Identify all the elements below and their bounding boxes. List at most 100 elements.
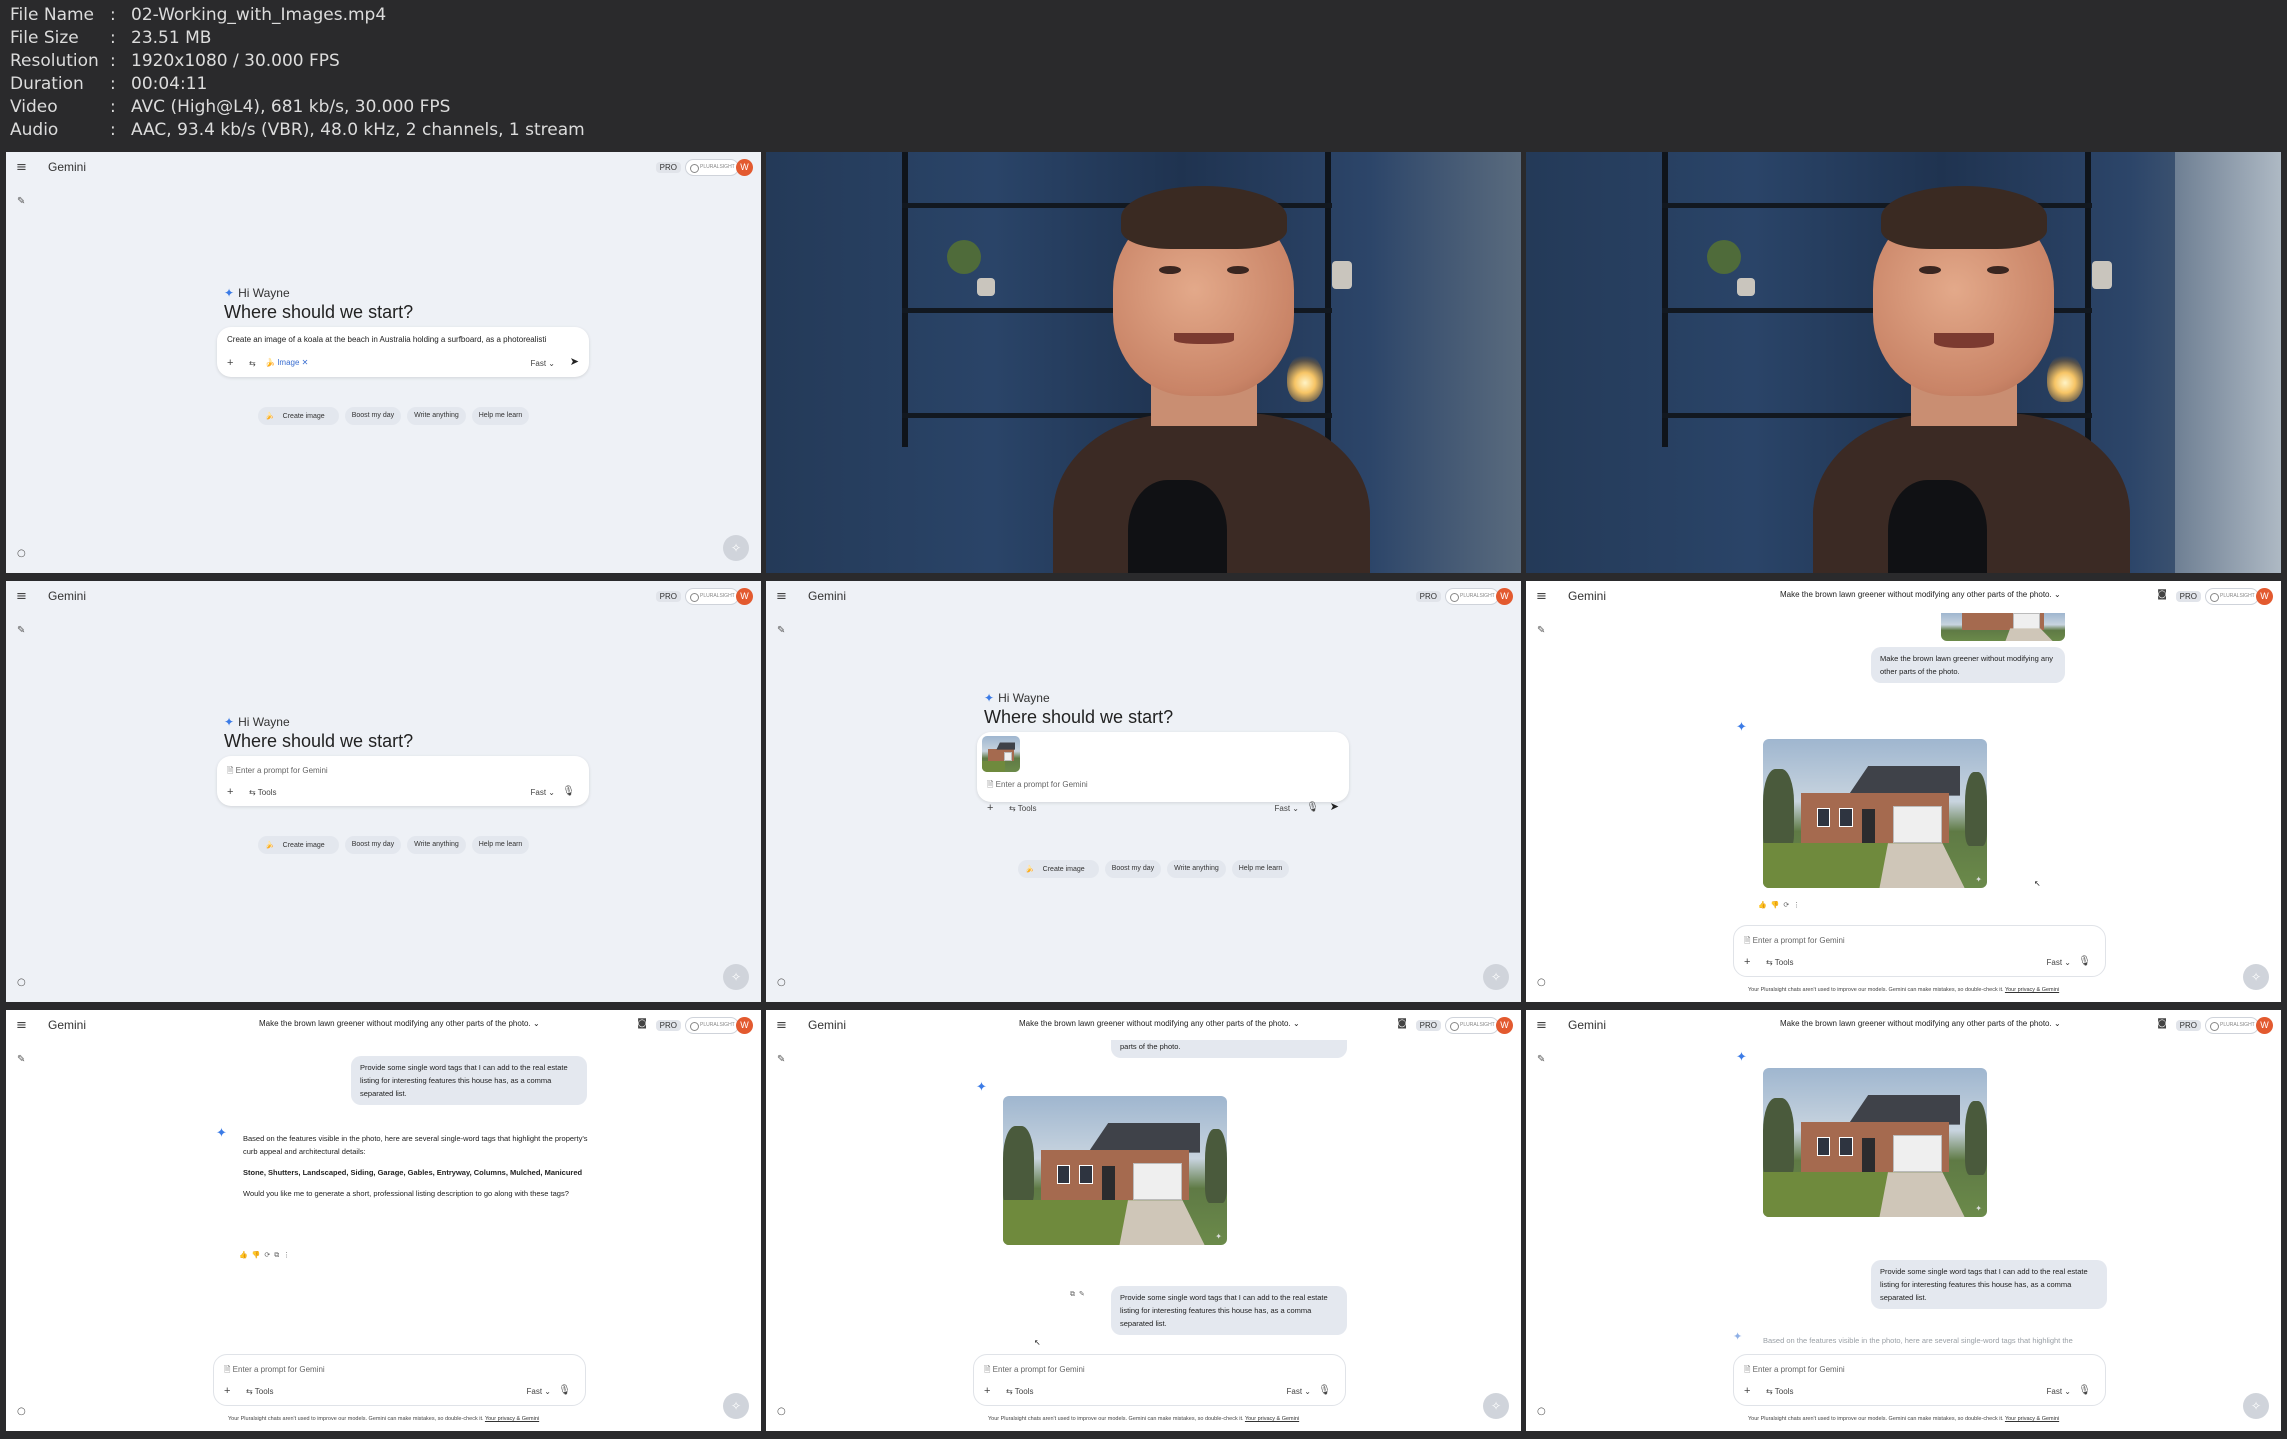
pluralsight-badge[interactable]: PLURALSIGHT [1445, 1017, 1499, 1034]
incognito-icon[interactable]: ◙ [1397, 1018, 1407, 1029]
prompt-box[interactable]: 🗎 Enter a prompt for Gemini + ⇆ Tools Fa… [973, 1354, 1346, 1406]
avatar[interactable]: W [736, 159, 753, 176]
avatar[interactable]: W [736, 1017, 753, 1034]
menu-icon[interactable]: ≡ [16, 589, 27, 604]
chip-boost[interactable]: Boost my day [344, 407, 402, 425]
new-chat-icon[interactable]: ✎ [777, 625, 785, 636]
mode-select[interactable]: Fast ⌄ [1287, 1387, 1312, 1396]
tools-button[interactable]: ⇆ Tools [1766, 958, 1793, 967]
menu-icon[interactable]: ≡ [16, 160, 27, 175]
plus-icon[interactable]: + [227, 786, 233, 798]
generated-house-image[interactable]: ✦ [1763, 739, 1987, 888]
mic-icon[interactable]: 🎙 [562, 786, 575, 797]
prompt-input[interactable]: Create an image of a koala at the beach … [227, 335, 546, 344]
settings-icon[interactable]: ○ [1537, 977, 1546, 988]
mic-icon[interactable]: 🎙 [1306, 802, 1319, 813]
mic-icon[interactable]: 🎙 [2078, 1385, 2091, 1396]
avatar[interactable]: W [1496, 588, 1513, 605]
incognito-icon[interactable]: ◙ [2157, 1018, 2167, 1029]
chip-write[interactable]: Write anything [1167, 860, 1226, 878]
prompt-placeholder[interactable]: 🗎 Enter a prompt for Gemini [1744, 1364, 1845, 1378]
new-chat-icon[interactable]: ✎ [17, 196, 25, 207]
send-icon[interactable]: ➤ [1330, 800, 1339, 813]
prompt-box[interactable]: 🗎 Enter a prompt for Gemini + ⇆ Tools Fa… [213, 1354, 586, 1406]
new-chat-icon[interactable]: ✎ [17, 625, 25, 636]
tools-button[interactable]: ⇆ Tools [1766, 1387, 1793, 1396]
mode-select[interactable]: Fast ⌄ [531, 359, 556, 368]
chip-create-image[interactable]: 🍌 Create image [258, 407, 339, 425]
generated-house-image[interactable]: ✦ [1763, 1068, 1987, 1217]
tools-button[interactable]: ⇆ Tools [246, 1387, 273, 1396]
chip-write[interactable]: Write anything [407, 407, 466, 425]
prompt-placeholder[interactable]: 🗎 Enter a prompt for Gemini [984, 1364, 1085, 1378]
privacy-link[interactable]: Your privacy & Gemini [2005, 987, 2059, 993]
tools-button[interactable]: ⇆ Tools [1009, 804, 1036, 813]
incognito-icon[interactable]: ◙ [637, 1018, 647, 1029]
settings-icon[interactable]: ○ [17, 548, 26, 559]
mode-select[interactable]: Fast ⌄ [1275, 804, 1300, 813]
pluralsight-badge[interactable]: PLURALSIGHT [2205, 1017, 2259, 1034]
floating-action-button[interactable]: ✧ [723, 1393, 749, 1419]
pluralsight-badge[interactable]: PLURALSIGHT [685, 1017, 739, 1034]
new-chat-icon[interactable]: ✎ [17, 1054, 25, 1065]
avatar[interactable]: W [736, 588, 753, 605]
tools-button[interactable]: ⇆ Tools [1006, 1387, 1033, 1396]
chip-learn[interactable]: Help me learn [471, 836, 530, 854]
floating-action-button[interactable]: ✧ [723, 535, 749, 561]
prompt-box[interactable]: Create an image of a koala at the beach … [217, 327, 589, 377]
mode-select[interactable]: Fast ⌄ [2047, 1387, 2072, 1396]
response-actions[interactable]: 👍👎⟳⧉⋮ [239, 1251, 294, 1260]
floating-action-button[interactable]: ✧ [1483, 1393, 1509, 1419]
send-icon[interactable]: ➤ [570, 355, 579, 368]
mode-select[interactable]: Fast ⌄ [527, 1387, 552, 1396]
settings-icon[interactable]: ○ [777, 1406, 786, 1417]
conversation-title[interactable]: Make the brown lawn greener without modi… [1780, 1019, 2061, 1028]
prompt-placeholder[interactable]: 🗎 Enter a prompt for Gemini [987, 779, 1088, 793]
prompt-box[interactable]: 🗎 Enter a prompt for Gemini + ⇆ Tools Fa… [1733, 1354, 2106, 1406]
avatar[interactable]: W [1496, 1017, 1513, 1034]
chip-write[interactable]: Write anything [407, 836, 466, 854]
chip-create-image[interactable]: 🍌 Create image [1018, 860, 1099, 878]
prompt-placeholder[interactable]: 🗎 Enter a prompt for Gemini [1744, 935, 1845, 949]
conversation-title[interactable]: Make the brown lawn greener without modi… [1019, 1019, 1300, 1028]
conversation-title[interactable]: Make the brown lawn greener without modi… [259, 1019, 540, 1028]
floating-action-button[interactable]: ✧ [1483, 964, 1509, 990]
previous-house-image[interactable] [1941, 613, 2065, 641]
plus-icon[interactable]: + [1744, 956, 1750, 968]
pluralsight-badge[interactable]: PLURALSIGHT [685, 588, 739, 605]
settings-icon[interactable]: ○ [777, 977, 786, 988]
settings-icon[interactable]: ○ [17, 977, 26, 988]
chip-learn[interactable]: Help me learn [471, 407, 530, 425]
floating-action-button[interactable]: ✧ [2243, 1393, 2269, 1419]
plus-icon[interactable]: + [227, 357, 233, 369]
new-chat-icon[interactable]: ✎ [777, 1054, 785, 1065]
message-actions[interactable]: ⧉✎ [1070, 1290, 1089, 1299]
plus-icon[interactable]: + [987, 802, 993, 814]
privacy-link[interactable]: Your privacy & Gemini [2005, 1416, 2059, 1422]
attached-house-thumbnail[interactable] [982, 736, 1020, 772]
floating-action-button[interactable]: ✧ [2243, 964, 2269, 990]
new-chat-icon[interactable]: ✎ [1537, 625, 1545, 636]
chip-create-image[interactable]: 🍌 Create image [258, 836, 339, 854]
menu-icon[interactable]: ≡ [776, 589, 787, 604]
chip-boost[interactable]: Boost my day [1104, 860, 1162, 878]
plus-icon[interactable]: + [224, 1385, 230, 1397]
prompt-box[interactable]: 🗎 Enter a prompt for Gemini + ⇆ Tools Fa… [1733, 925, 2106, 977]
settings-icon[interactable]: ○ [1537, 1406, 1546, 1417]
generated-house-image[interactable]: ✦ [1003, 1096, 1227, 1245]
menu-icon[interactable]: ≡ [776, 1018, 787, 1033]
incognito-icon[interactable]: ◙ [2157, 589, 2167, 600]
prompt-box[interactable]: 🗎 Enter a prompt for Gemini + ⇆ Tools Fa… [977, 732, 1349, 814]
response-actions[interactable]: 👍👎⟳⋮ [1758, 901, 1804, 909]
mode-select[interactable]: Fast ⌄ [2047, 958, 2072, 967]
mic-icon[interactable]: 🎙 [1318, 1385, 1331, 1396]
plus-icon[interactable]: + [984, 1385, 990, 1397]
pluralsight-badge[interactable]: PLURALSIGHT [685, 159, 739, 176]
new-chat-icon[interactable]: ✎ [1537, 1054, 1545, 1065]
prompt-box[interactable]: 🗎 Enter a prompt for Gemini + ⇆ Tools Fa… [217, 756, 589, 806]
prompt-placeholder[interactable]: 🗎 Enter a prompt for Gemini [227, 765, 328, 779]
mode-select[interactable]: Fast ⌄ [531, 788, 556, 797]
conversation-title[interactable]: Make the brown lawn greener without modi… [1780, 590, 2061, 599]
image-chip[interactable]: 🍌 Image ✕ [265, 358, 308, 367]
tools-icon[interactable]: ⇆ [249, 359, 256, 368]
